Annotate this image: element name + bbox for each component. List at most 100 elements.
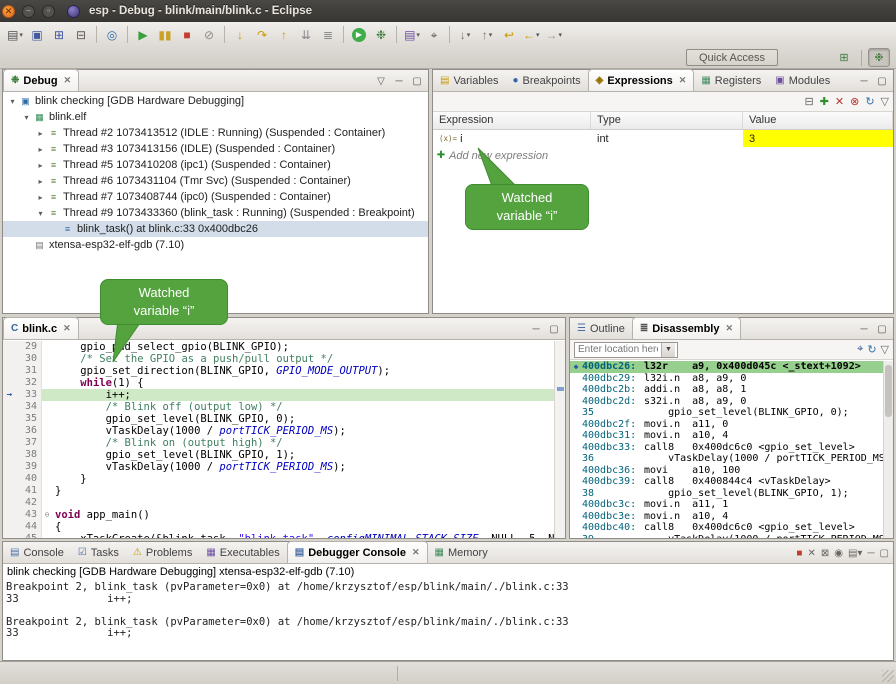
expression-row[interactable]: (x)= i int 3	[433, 130, 893, 147]
expander-icon[interactable]: ▸	[35, 161, 46, 170]
debug-tree-row[interactable]: ▸≡Thread #7 1073408744 (ipc0) (Suspended…	[3, 189, 428, 205]
minimize-window-button[interactable]: –	[22, 5, 35, 18]
code-line[interactable]: 36 vTaskDelay(1000 / portTICK_PERIOD_MS)…	[3, 425, 554, 437]
view-menu-button[interactable]: ▽	[881, 95, 889, 108]
sync-pc-icon[interactable]: ⌖	[857, 343, 863, 356]
disassembly-line[interactable]: 400dbc31:movi.n a10, 4	[570, 430, 883, 442]
location-input[interactable]	[575, 344, 661, 355]
disassembly-scrollbar[interactable]	[883, 361, 893, 538]
collapse-all-button[interactable]: ⊟	[804, 95, 813, 108]
disassembly-line[interactable]: 400dbc39:call8 0x400844c4 <vTaskDelay>	[570, 476, 883, 488]
column-value[interactable]: Value	[743, 112, 893, 129]
maximize-window-button[interactable]: ▫	[42, 5, 55, 18]
debug-tree-row[interactable]: ▸≡Thread #3 1073413156 (IDLE) (Suspended…	[3, 141, 428, 157]
pin-console-icon[interactable]: ◉	[834, 548, 843, 559]
code-line[interactable]: 43⊖void app_main()	[3, 509, 554, 521]
debug-tree-row[interactable]: ▾▣blink checking [GDB Hardware Debugging…	[3, 93, 428, 109]
disassembly-line[interactable]: 38 gpio_set_level(BLINK_GPIO, 1);	[570, 488, 883, 500]
maximize-view-icon[interactable]: ▢	[875, 324, 889, 335]
refresh-button[interactable]: ↻	[865, 95, 874, 108]
terminate-console-icon[interactable]: ■	[796, 548, 802, 559]
tab-outline[interactable]: ☰ Outline	[570, 318, 632, 339]
debug-tree-row[interactable]: ▸≡Thread #6 1073431104 (Tmr Svc) (Suspen…	[3, 173, 428, 189]
disassembly-line[interactable]: 35 gpio_set_level(BLINK_GPIO, 0);	[570, 407, 883, 419]
maximize-view-icon[interactable]: ▢	[875, 76, 889, 87]
step-into-button[interactable]: ↓	[230, 25, 250, 45]
debug-tree-row[interactable]: ▸≡Thread #5 1073410208 (ipc1) (Suspended…	[3, 157, 428, 173]
step-return-button[interactable]: ↑	[274, 25, 294, 45]
maximize-view-icon[interactable]: ▢	[880, 548, 889, 559]
resume-button[interactable]: ▶	[133, 25, 153, 45]
debug-perspective-button[interactable]: ❉	[868, 48, 890, 67]
code-line[interactable]: 30 /* Set the GPIO as a push/pull output…	[3, 353, 554, 365]
disassembly-line[interactable]: 400dbc2d:s32i.n a8, a9, 0	[570, 396, 883, 408]
debug-button[interactable]: ❉	[371, 25, 391, 45]
code-line[interactable]: 29 gpio_pad_select_gpio(BLINK_GPIO);	[3, 341, 554, 353]
disassembly-line[interactable]: 400dbc2b:addi.n a8, a8, 1	[570, 384, 883, 396]
forward-button[interactable]: →▾	[544, 25, 565, 45]
code-line[interactable]: 37 /* Blink on (output high) */	[3, 437, 554, 449]
editor-overview-ruler[interactable]	[554, 341, 565, 538]
code-line[interactable]: 42	[3, 497, 554, 509]
new-c-element-button[interactable]: ▤▾	[402, 25, 422, 45]
run-button[interactable]: ▶	[349, 25, 369, 45]
save-button[interactable]: ▣	[27, 25, 47, 45]
column-type[interactable]: Type	[591, 112, 743, 129]
remove-launch-icon[interactable]: ✕	[807, 548, 815, 559]
code-line[interactable]: 35 gpio_set_level(BLINK_GPIO, 0);	[3, 413, 554, 425]
tab-debug[interactable]: ❉ Debug ✕	[3, 69, 79, 91]
minimize-view-icon[interactable]: ─	[857, 324, 871, 335]
new-wizard-button[interactable]: ▤▾	[5, 25, 25, 45]
code-line[interactable]: 41}	[3, 485, 554, 497]
maximize-view-icon[interactable]: ▢	[410, 76, 424, 87]
tab-variables[interactable]: ▤Variables	[433, 70, 506, 91]
debug-tree-row[interactable]: ▸≡Thread #2 1073413512 (IDLE : Running) …	[3, 125, 428, 141]
open-perspective-button[interactable]: ⊞	[833, 48, 855, 67]
resize-grip-icon[interactable]	[882, 670, 894, 682]
close-icon[interactable]: ✕	[679, 75, 687, 86]
tab-breakpoints[interactable]: ●Breakpoints	[506, 70, 588, 91]
expander-icon[interactable]: ▸	[35, 129, 46, 138]
disassembly-line[interactable]: 400dbc3e:movi.n a10, 4	[570, 511, 883, 523]
view-menu-icon[interactable]: ▽	[881, 343, 889, 356]
minimize-view-icon[interactable]: ─	[867, 548, 874, 559]
skip-all-breakpoints-button[interactable]: ◎	[102, 25, 122, 45]
disassembly-line[interactable]: ◆400dbc26:l32r a9, 0x400d045c <_stext+10…	[570, 361, 883, 373]
console-output[interactable]: Breakpoint 2, blink_task (pvParameter=0x…	[3, 582, 893, 660]
expression-value[interactable]: 3	[743, 130, 893, 147]
disassembly-line[interactable]: 400dbc36:movi a10, 100	[570, 465, 883, 477]
expander-icon[interactable]: ▸	[35, 177, 46, 186]
code-line[interactable]: 45 xTaskCreate(&blink_task, "blink_task"…	[3, 533, 554, 538]
tab-disassembly[interactable]: ≣ Disassembly ✕	[632, 317, 741, 339]
expander-icon[interactable]: ▸	[35, 145, 46, 154]
location-combo[interactable]: ▼	[574, 342, 678, 358]
disassembly-line[interactable]: 400dbc3c:movi.n a11, 1	[570, 499, 883, 511]
maximize-view-icon[interactable]: ▢	[547, 324, 561, 335]
tab-debugger-console[interactable]: ▤Debugger Console✕	[287, 541, 428, 563]
code-line[interactable]: 34 /* Blink off (output low) */	[3, 401, 554, 413]
chevron-down-icon[interactable]: ▼	[661, 343, 675, 357]
tab-modules[interactable]: ▣Modules	[768, 70, 837, 91]
code-line[interactable]: →33 i++;	[3, 389, 554, 401]
disassembly-line[interactable]: 400dbc40:call8 0x400dc6c0 <gpio_set_leve…	[570, 522, 883, 534]
disassembly-line[interactable]: 39 vTaskDelay(1000 / portTICK_PERIOD_MS)…	[570, 534, 883, 539]
tab-blink-c[interactable]: C blink.c ✕	[3, 317, 79, 339]
debug-tree-row[interactable]: ▤xtensa-esp32-elf-gdb (7.10)	[3, 237, 428, 253]
tab-expressions[interactable]: ◈Expressions✕	[588, 69, 695, 91]
terminate-button[interactable]: ■	[177, 25, 197, 45]
debug-tree-row[interactable]: ▾▦blink.elf	[3, 109, 428, 125]
minimize-view-icon[interactable]: ─	[529, 324, 543, 335]
disassembly-line[interactable]: 400dbc2f:movi.n a11, 0	[570, 419, 883, 431]
close-window-button[interactable]: ✕	[2, 5, 15, 18]
debug-tree-row[interactable]: ≡blink_task() at blink.c:33 0x400dbc26	[3, 221, 428, 237]
refresh-icon[interactable]: ↻	[867, 343, 876, 356]
fold-marker-icon[interactable]: ⊖	[41, 509, 52, 521]
add-expression-button[interactable]: ✚	[820, 95, 829, 108]
code-line[interactable]: 44{	[3, 521, 554, 533]
close-icon[interactable]: ✕	[63, 323, 71, 334]
clear-console-icon[interactable]: ⊠	[821, 548, 829, 559]
close-icon[interactable]: ✕	[64, 75, 72, 86]
code-line[interactable]: 38 gpio_set_level(BLINK_GPIO, 1);	[3, 449, 554, 461]
open-console-icon[interactable]: ▤▾	[848, 548, 862, 559]
tab-console[interactable]: ▤Console	[3, 542, 71, 563]
